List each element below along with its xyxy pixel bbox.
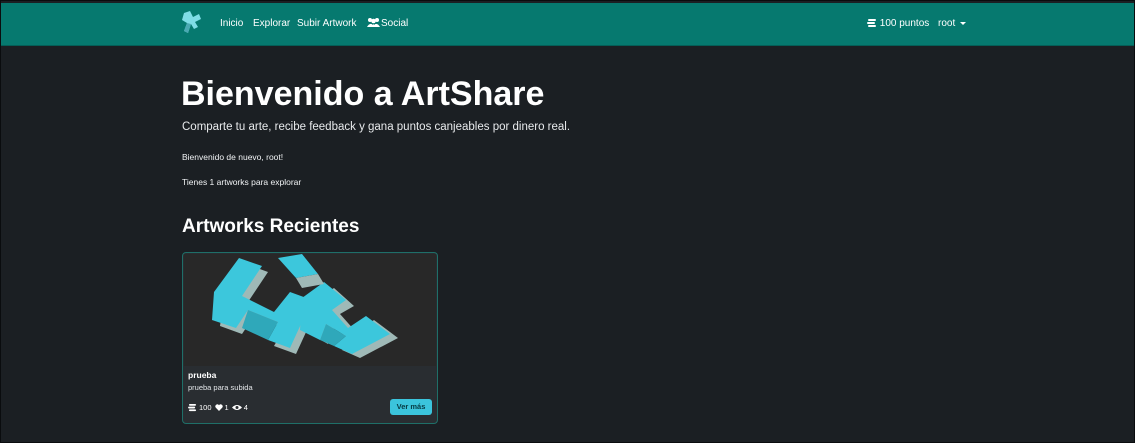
page-title: Bienvenido a ArtShare <box>181 75 545 113</box>
nav-link-subir-artwork[interactable]: Subir Artwork <box>297 18 356 29</box>
navbar: Inicio Explorar Subir Artwork Social 100… <box>1 3 1134 46</box>
stat-likes-value: 1 <box>224 403 229 412</box>
artwork-stats: 100 1 4 <box>188 403 251 412</box>
brand-logo-icon[interactable] <box>181 11 203 35</box>
caret-down-icon <box>960 21 967 25</box>
nav-link-inicio[interactable]: Inicio <box>220 18 243 29</box>
user-name: root <box>938 18 956 29</box>
artwork-count-text: Tienes 1 artworks para explorar <box>182 177 302 187</box>
lead-text: Comparte tu arte, recibe feedback y gana… <box>182 121 571 133</box>
artwork-title: prueba <box>188 370 217 380</box>
section-title: Artworks Recientes <box>182 216 360 237</box>
coins-icon <box>188 403 197 411</box>
eye-icon <box>231 405 242 410</box>
user-menu[interactable]: root <box>938 18 967 29</box>
artwork-description: prueba para subida <box>188 383 253 392</box>
view-more-button[interactable]: Ver más <box>390 399 432 415</box>
stat-points-value: 100 <box>199 403 212 412</box>
users-icon <box>367 18 380 27</box>
points-display: 100 puntos <box>867 18 929 29</box>
artwork-image[interactable] <box>184 254 436 366</box>
heart-icon <box>214 404 223 411</box>
welcome-text: Bienvenido de nuevo, root! <box>182 152 284 162</box>
points-value: 100 puntos <box>879 18 930 29</box>
nav-link-explorar[interactable]: Explorar <box>253 18 290 29</box>
stat-points: 100 <box>188 403 212 412</box>
stat-views-value: 4 <box>243 403 248 412</box>
artwork-card: prueba prueba para subida 100 1 4 Ver má… <box>182 252 438 424</box>
coins-icon <box>867 18 876 27</box>
stat-views: 4 <box>231 403 248 412</box>
app-frame <box>0 0 1135 443</box>
nav-link-social[interactable]: Social <box>381 18 408 29</box>
stat-likes: 1 <box>214 403 229 412</box>
